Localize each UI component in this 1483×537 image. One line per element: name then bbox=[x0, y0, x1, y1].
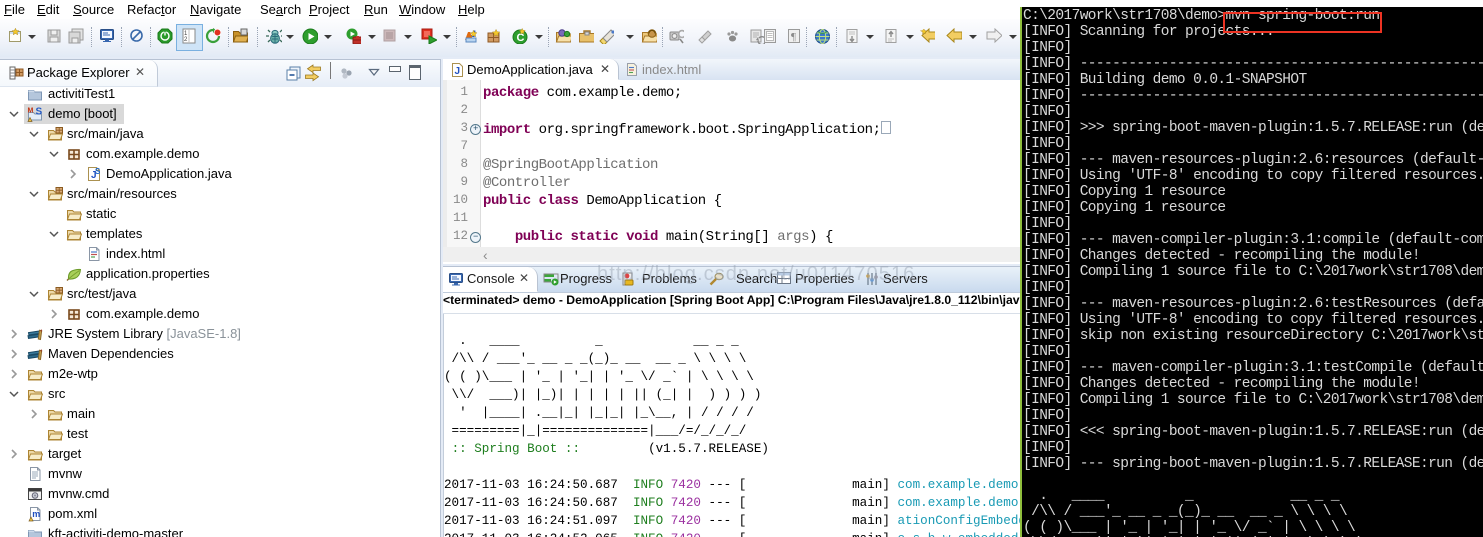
svg-text:J: J bbox=[455, 66, 461, 77]
svg-text:¶: ¶ bbox=[791, 31, 796, 43]
